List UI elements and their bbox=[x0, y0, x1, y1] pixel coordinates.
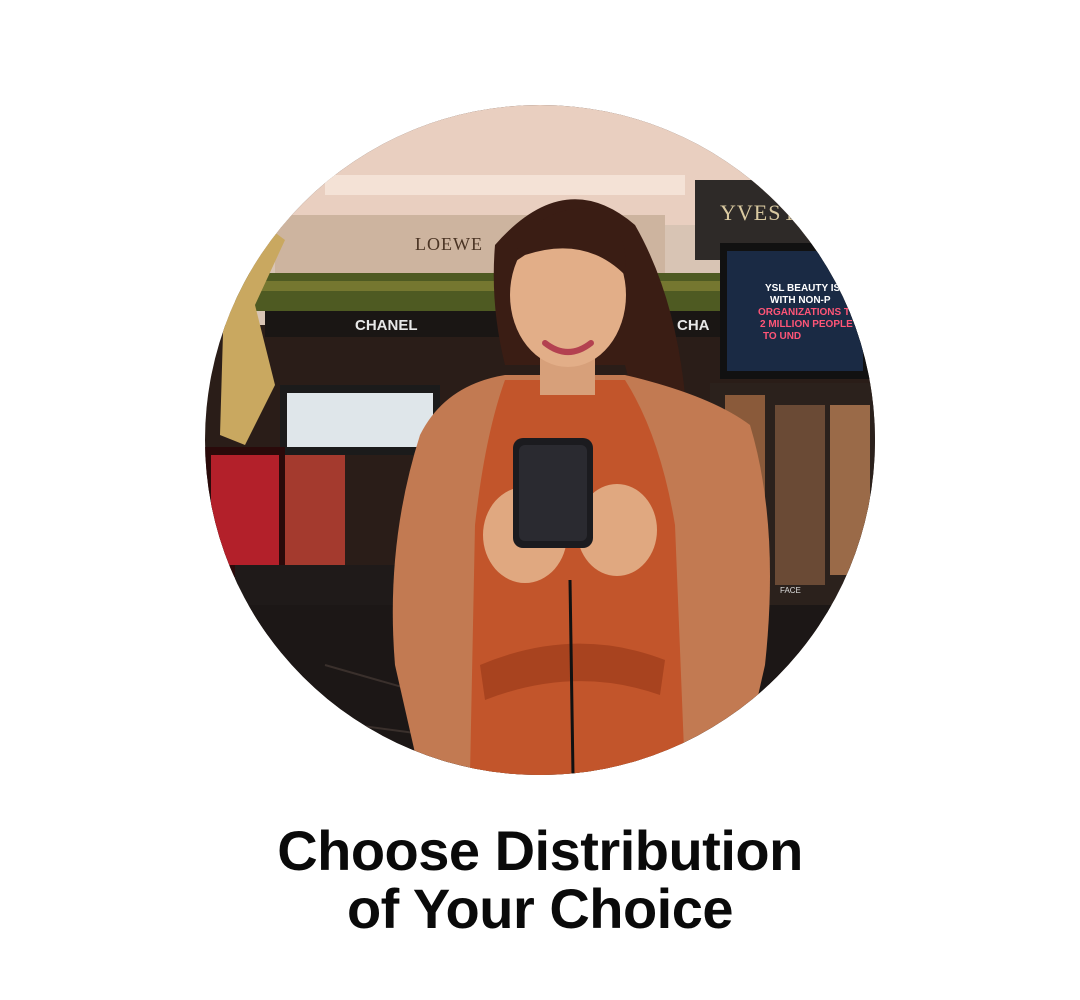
svg-text:TO UND: TO UND bbox=[763, 331, 801, 342]
red-cabinet bbox=[211, 455, 279, 565]
svg-text:YSL BEAUTY IS: YSL BEAUTY IS bbox=[765, 283, 841, 294]
svg-text:WITH NON-P: WITH NON-P bbox=[770, 295, 831, 306]
headline-line-2: of Your Choice bbox=[346, 877, 734, 940]
chanel-sign: CHANEL bbox=[355, 317, 418, 334]
store-scene: LOEWE CHANEL CHA YVESY YSL BEAUTY IS WIT… bbox=[205, 105, 875, 775]
chanel-sign-right: CHA bbox=[677, 317, 710, 334]
loewe-sign: LOEWE bbox=[415, 234, 483, 254]
hero-image-group: LOEWE CHANEL CHA YVESY YSL BEAUTY IS WIT… bbox=[205, 105, 875, 775]
left-display bbox=[287, 393, 433, 447]
svg-text:ORGANIZATIONS T: ORGANIZATIONS T bbox=[758, 307, 850, 318]
ysl-sign: YVESY bbox=[720, 200, 798, 225]
store-photo-circle: LOEWE CHANEL CHA YVESY YSL BEAUTY IS WIT… bbox=[205, 105, 875, 775]
face-label: FACE bbox=[780, 586, 801, 595]
headline: Choose Distribution of Your Choice bbox=[0, 822, 1080, 938]
headline-line-1: Choose Distribution bbox=[277, 819, 803, 882]
svg-text:2 MILLION PEOPLE: 2 MILLION PEOPLE bbox=[760, 319, 853, 330]
